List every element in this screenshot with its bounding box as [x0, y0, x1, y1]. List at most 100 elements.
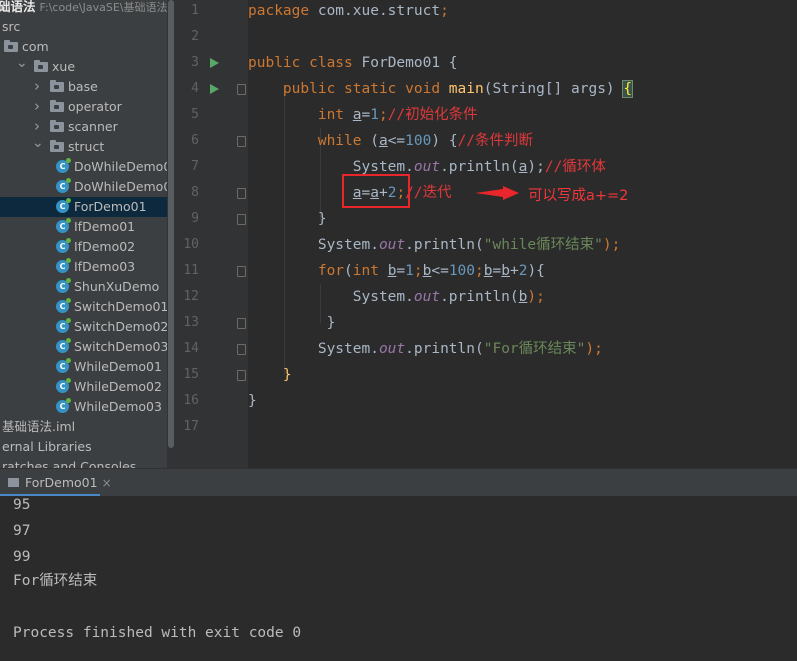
project-title-row: 础语法 F:\code\JavaSE\基础语法: [0, 0, 167, 17]
tree-item-dowhiledemo02[interactable]: CDoWhileDemo02: [0, 177, 167, 197]
scrollbar-thumb[interactable]: [168, 0, 174, 448]
code-token: main: [448, 81, 484, 97]
code-token: .println(: [440, 289, 519, 305]
java-class-icon: C: [56, 298, 71, 313]
chevron-down-icon[interactable]: ⌄: [16, 56, 28, 77]
tree-item-com[interactable]: com: [0, 37, 167, 57]
tree-item-ratches-and-consoles[interactable]: ratches and Consoles: [0, 457, 167, 468]
code-line[interactable]: }: [248, 206, 327, 232]
tree-item-ifdemo01[interactable]: C IfDemo01: [0, 217, 167, 237]
tree-item-label: 基础语法.iml: [2, 419, 76, 434]
project-tree: 础语法 F:\code\JavaSE\基础语法 src com ⌄ xue › base › op…: [0, 0, 167, 468]
code-line[interactable]: package com.xue.struct;: [248, 0, 449, 24]
fold-marker-icon[interactable]: [237, 136, 246, 147]
package-folder-icon: [50, 80, 64, 92]
java-class-icon: C: [56, 358, 71, 373]
fold-marker-icon[interactable]: [237, 214, 246, 225]
code-token: while: [248, 133, 371, 149]
run-gutter-icon[interactable]: [210, 84, 219, 94]
tree-item-whiledemo02[interactable]: C WhileDemo02: [0, 377, 167, 397]
fold-marker-icon[interactable]: [237, 318, 246, 329]
code-line[interactable]: while (a<=100) {//条件判断: [248, 128, 533, 154]
code-line[interactable]: System.out.println("For循环结束");: [248, 336, 603, 362]
chevron-right-icon[interactable]: ›: [32, 97, 42, 117]
line-number: 17: [183, 419, 199, 434]
fold-marker-icon[interactable]: [237, 266, 246, 277]
line-number: 15: [183, 367, 199, 382]
console-line: 99: [13, 549, 31, 565]
tree-item-operator[interactable]: › operator: [0, 97, 167, 117]
code-line[interactable]: }: [248, 362, 292, 388]
fold-marker-icon[interactable]: [237, 344, 246, 355]
code-line[interactable]: System.out.println(a);//循环体: [248, 154, 606, 180]
tree-item-label: struct: [68, 139, 105, 154]
tree-item-switchdemo03[interactable]: C SwitchDemo03: [0, 337, 167, 357]
line-number: 11: [183, 263, 199, 278]
tree-item-whiledemo03[interactable]: C WhileDemo03: [0, 397, 167, 417]
code-token: 100: [405, 133, 432, 149]
code-line[interactable]: int a=1;//初始化条件: [248, 102, 478, 128]
console-output[interactable]: 95 97 99 For循环结束 Process finished with exit …: [0, 496, 797, 661]
code-token: =: [396, 263, 406, 279]
project-tree-scrollbar[interactable]: [167, 0, 176, 468]
code-line[interactable]: }: [248, 310, 336, 336]
chevron-down-icon[interactable]: ⌄: [32, 136, 44, 157]
tree-item-shunxudemo[interactable]: C ShunXuDemo: [0, 277, 167, 297]
code-token: );: [527, 289, 545, 305]
tree-item-ifdemo02[interactable]: C IfDemo02: [0, 237, 167, 257]
tree-item-ernal-libraries[interactable]: ernal Libraries: [0, 437, 167, 457]
code-line[interactable]: public class ForDemo01 {: [248, 50, 458, 76]
tree-item-struct[interactable]: ⌄ struct: [0, 136, 167, 157]
code-token: }: [248, 393, 257, 409]
tree-item-scanner[interactable]: › scanner: [0, 117, 167, 137]
code-token: b: [501, 263, 510, 279]
code-token: .println(: [405, 341, 484, 357]
chevron-right-icon[interactable]: ›: [32, 117, 42, 137]
code-line[interactable]: for(int b=1;b<=100;b=b+2){: [248, 258, 545, 284]
code-token: }: [248, 315, 336, 331]
code-token: //初始化条件: [387, 107, 478, 123]
tree-item-whiledemo01[interactable]: C WhileDemo01: [0, 357, 167, 377]
console-line: 95: [13, 497, 31, 513]
console-line: 97: [13, 523, 31, 539]
tree-item-label: IfDemo02: [74, 239, 136, 254]
tree-item-label: WhileDemo01: [74, 359, 162, 374]
java-class-icon: C: [56, 318, 71, 333]
tree-item-xue[interactable]: ⌄ xue: [0, 56, 167, 77]
code-token: );: [602, 237, 621, 253]
code-token: package: [248, 3, 318, 19]
package-folder-icon: [50, 120, 64, 132]
chevron-right-icon[interactable]: ›: [32, 77, 42, 97]
code-token: =: [492, 263, 502, 279]
tree-item-dowhiledemo01[interactable]: CDoWhileDemo01: [0, 157, 167, 177]
tree-item-ifdemo03[interactable]: C IfDemo03: [0, 257, 167, 277]
tree-item-base[interactable]: › base: [0, 77, 167, 97]
fold-marker-icon[interactable]: [237, 188, 246, 199]
code-token: System.: [248, 289, 414, 305]
code-token: .println(: [405, 237, 484, 253]
code-line[interactable]: System.out.println("while循环结束");: [248, 232, 620, 258]
code-token: }: [248, 211, 327, 227]
tree-item-switchdemo02[interactable]: C SwitchDemo02: [0, 317, 167, 337]
tree-item-src[interactable]: src: [0, 17, 167, 37]
run-gutter-icon[interactable]: [210, 58, 219, 68]
tree-item-label: IfDemo03: [74, 259, 136, 274]
code-token: (: [370, 133, 379, 149]
code-token: for: [248, 263, 345, 279]
code-line[interactable]: public static void main(String[] args) {: [248, 76, 634, 102]
fold-marker-icon[interactable]: [237, 370, 246, 381]
tree-item-fordemo01[interactable]: C ForDemo01: [0, 197, 167, 217]
close-icon[interactable]: ×: [102, 476, 112, 490]
code-line[interactable]: }: [248, 388, 257, 414]
console-line: For循环结束: [13, 573, 98, 589]
tree-item-iml[interactable]: 基础语法.iml: [0, 417, 167, 437]
line-number: 16: [183, 393, 199, 408]
code-line[interactable]: System.out.println(b);: [248, 284, 545, 310]
fold-marker-icon[interactable]: [237, 84, 246, 95]
tree-item-switchdemo01[interactable]: C SwitchDemo01: [0, 297, 167, 317]
code-token: //条件判断: [457, 133, 534, 149]
code-editor[interactable]: package com.xue.struct; public class ForD…: [248, 0, 797, 468]
code-token: com.xue.struct: [317, 3, 441, 19]
code-token: (String[] args): [483, 81, 624, 97]
